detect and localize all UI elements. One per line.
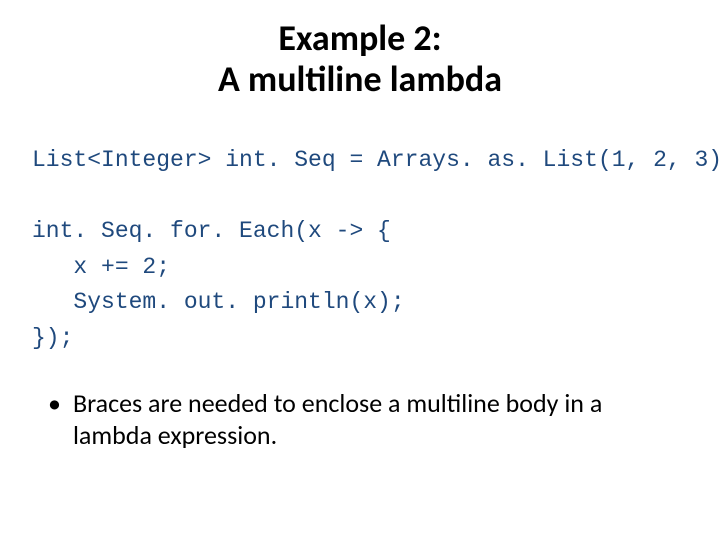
bullet-list: • Braces are needed to enclose a multili… [48,387,678,452]
title-line-2: A multiline lambda [0,59,720,100]
bullet-item: • Braces are needed to enclose a multili… [48,387,678,452]
title-line-1: Example 2: [0,18,720,59]
code-block: List<Integer> int. Seq = Arrays. as. Lis… [32,143,720,357]
slide-title: Example 2: A multiline lambda [0,0,720,101]
slide: Example 2: A multiline lambda List<Integ… [0,0,720,540]
bullet-text: Braces are needed to enclose a multiline… [73,387,678,452]
bullet-marker: • [48,387,61,420]
